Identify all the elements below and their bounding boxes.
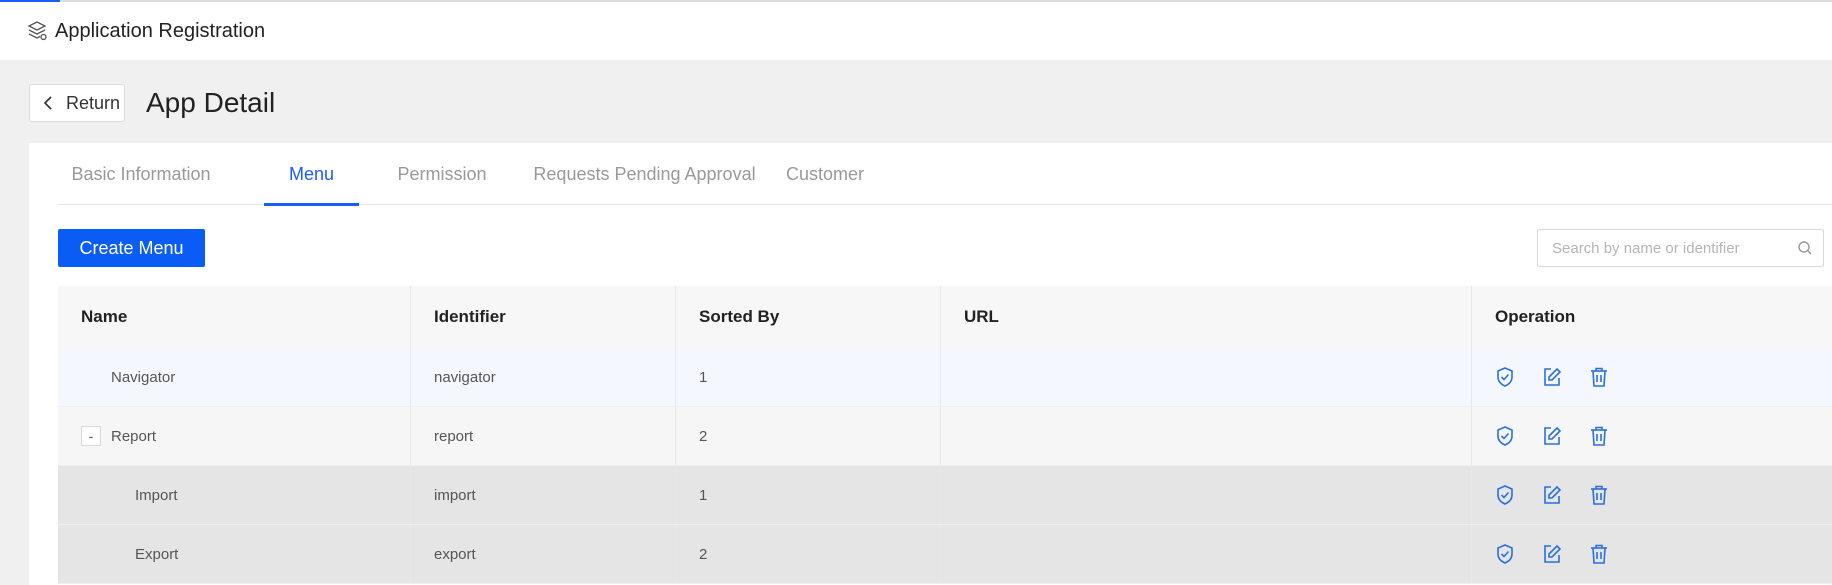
edit-icon[interactable] — [1541, 366, 1563, 388]
row-operations — [1494, 525, 1635, 583]
row-sorted-by: 1 — [699, 486, 708, 504]
row-identifier: import — [434, 486, 476, 504]
row-name: Import — [135, 486, 178, 504]
table-row[interactable]: Export export 2 — [58, 525, 1832, 584]
row-sorted-by: 2 — [699, 427, 708, 445]
row-operations — [1494, 466, 1635, 524]
column-header-name: Name — [81, 307, 128, 326]
return-label: Return — [66, 92, 121, 113]
page-title-row: Return App Detail — [0, 60, 1832, 142]
content-panel: Basic Information Menu Permission Reques… — [29, 143, 1832, 585]
row-operations — [1494, 348, 1635, 406]
menu-table: Name Identifier Sorted By URL Operation … — [58, 286, 1832, 584]
tab-bar: Basic Information Menu Permission Reques… — [58, 143, 1832, 206]
search-icon[interactable] — [1797, 240, 1813, 256]
tab-requests-pending-approval[interactable]: Requests Pending Approval — [528, 143, 761, 205]
create-menu-button[interactable]: Create Menu — [58, 229, 205, 267]
table-row[interactable]: Navigator navigator 1 — [58, 348, 1832, 407]
row-sorted-by: 1 — [699, 368, 708, 386]
row-name: Export — [135, 545, 179, 563]
permission-shield-icon[interactable] — [1494, 425, 1516, 447]
search-box — [1537, 229, 1824, 267]
row-identifier: navigator — [434, 368, 496, 386]
row-name: Report — [111, 427, 157, 445]
chevron-left-icon — [42, 95, 54, 111]
app-title: Application Registration — [55, 19, 266, 42]
column-header-sorted-by: Sorted By — [699, 307, 780, 326]
tab-basic-information[interactable]: Basic Information — [58, 143, 224, 205]
column-header-identifier: Identifier — [434, 307, 506, 326]
permission-shield-icon[interactable] — [1494, 484, 1516, 506]
edit-icon[interactable] — [1541, 543, 1563, 565]
delete-icon[interactable] — [1588, 484, 1610, 506]
row-identifier: export — [434, 545, 476, 563]
row-name-cell: - Report — [81, 407, 156, 465]
row-identifier: report — [434, 427, 474, 445]
permission-shield-icon[interactable] — [1494, 366, 1516, 388]
layers-icon — [26, 20, 48, 42]
app-header: Application Registration — [0, 2, 1832, 60]
edit-icon[interactable] — [1541, 484, 1563, 506]
edit-icon[interactable] — [1541, 425, 1563, 447]
delete-icon[interactable] — [1588, 366, 1610, 388]
column-header-url: URL — [964, 307, 999, 326]
delete-icon[interactable] — [1588, 543, 1610, 565]
collapse-toggle[interactable]: - — [81, 426, 101, 446]
permission-shield-icon[interactable] — [1494, 543, 1516, 565]
page-title: App Detail — [146, 87, 276, 118]
tab-customer[interactable]: Customer — [765, 143, 885, 205]
row-operations — [1494, 407, 1635, 465]
return-button[interactable]: Return — [29, 84, 125, 122]
row-name: Navigator — [111, 368, 176, 386]
tab-permission[interactable]: Permission — [383, 143, 501, 205]
tab-menu[interactable]: Menu — [264, 143, 359, 206]
row-sorted-by: 2 — [699, 545, 708, 563]
table-header: Name Identifier Sorted By URL Operation — [58, 286, 1832, 348]
table-row[interactable]: Import import 1 — [58, 466, 1832, 525]
column-header-operation: Operation — [1495, 307, 1576, 326]
table-row[interactable]: - Report report 2 — [58, 407, 1832, 466]
delete-icon[interactable] — [1588, 425, 1610, 447]
search-input[interactable] — [1538, 230, 1788, 266]
